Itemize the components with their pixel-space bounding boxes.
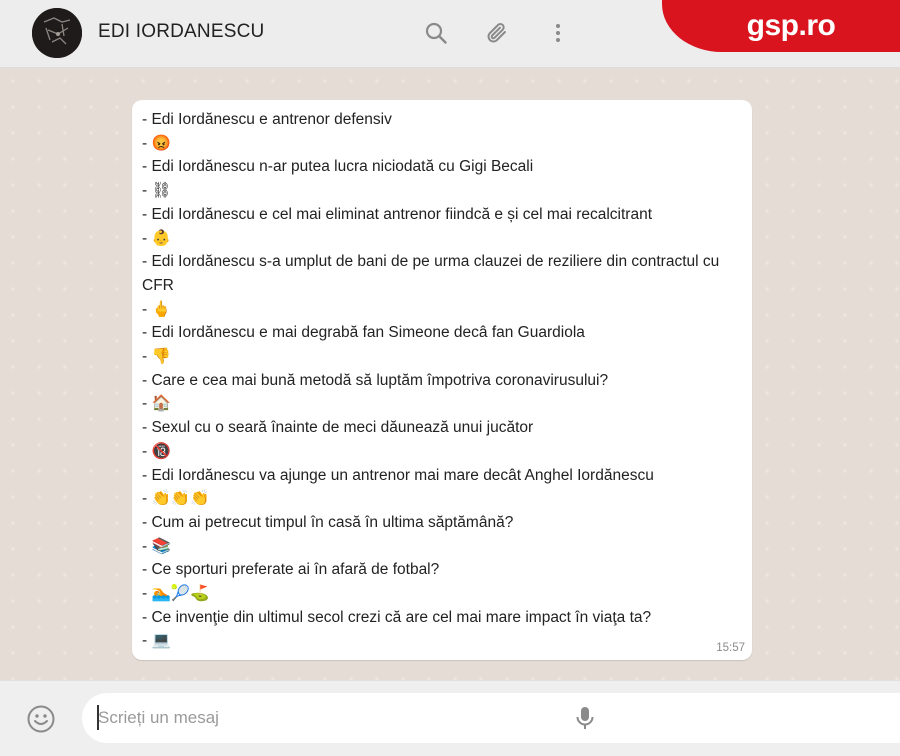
message-line: - 😡 (142, 134, 171, 152)
message-line: - 👶 (142, 229, 171, 247)
message-line: - 🏊🎾⛳ (142, 585, 210, 603)
search-button[interactable] (421, 18, 451, 48)
message-line: - 🏠 (142, 395, 171, 413)
message-input-container[interactable] (82, 693, 900, 743)
composer-bar (0, 680, 900, 756)
message-line: - Edi Iordănescu e cel mai eliminat antr… (142, 205, 653, 223)
avatar[interactable] (32, 8, 82, 58)
brand-logo: gsp.ro (662, 0, 900, 52)
brand-text: gsp.ro (746, 9, 836, 42)
message-line: - 👎 (142, 348, 171, 366)
message-line: - Sexul cu o seară înainte de meci dăune… (142, 419, 534, 437)
message-line: - Edi Iordănescu e mai degrabă fan Simeo… (142, 324, 585, 342)
message-input[interactable] (98, 703, 558, 733)
message-line: - 👏👏👏 (142, 490, 210, 508)
message-line: - Edi Iordănescu n-ar putea lucra niciod… (142, 158, 534, 176)
message-line: - 📚 (142, 537, 171, 555)
message-time: 15:57 (716, 642, 745, 654)
mic-icon (576, 707, 594, 729)
message-line: - 🔞 (142, 442, 171, 460)
message-line: - Edi Iordănescu e antrenor defensiv (142, 111, 392, 128)
message-line: - Cum ai petrecut timpul în casă în ulti… (142, 513, 514, 531)
contact-name[interactable]: EDI IORDANESCU (98, 21, 264, 43)
search-icon (425, 22, 447, 44)
attach-button[interactable] (482, 18, 512, 48)
message-line: - 🖕 (142, 300, 171, 318)
menu-button[interactable] (543, 18, 573, 48)
message-line: - 💻 (142, 632, 171, 650)
message-line: - ⛓ (142, 182, 172, 200)
message-line: - Edi Iordănescu s-a umplut de bani de p… (142, 253, 720, 294)
message-bubble[interactable]: - Edi Iordănescu e antrenor defensiv - 😡 -… (132, 100, 752, 660)
emoji-button[interactable] (26, 704, 56, 734)
message-line: - Edi Iordănescu va ajunge un antrenor m… (142, 466, 654, 484)
attach-icon (487, 23, 506, 43)
emoji-icon (27, 705, 55, 733)
avatar-image (32, 8, 82, 58)
message-line: - Ce sporturi preferate ai în afară de f… (142, 561, 440, 579)
chat-header: EDI IORDANESCU gsp.ro (0, 0, 900, 68)
mic-button[interactable] (570, 703, 600, 733)
menu-icon (556, 24, 560, 42)
message-text: - Edi Iordănescu e antrenor defensiv - 😡 -… (142, 108, 750, 653)
message-line: - Ce invenţie din ultimul secol crezi că… (142, 608, 652, 626)
message-line: - Care e cea mai bună metodă să luptăm î… (142, 371, 609, 389)
